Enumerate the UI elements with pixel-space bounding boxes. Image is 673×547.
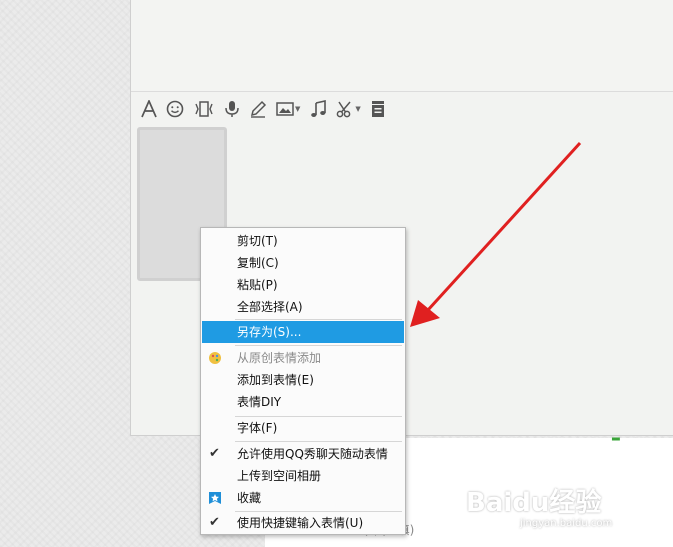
menu-divider <box>235 319 402 320</box>
menu-item-label: 收藏 <box>237 491 262 505</box>
star-icon <box>209 492 221 504</box>
menu-divider <box>235 345 402 346</box>
menu-item-font[interactable]: 字体(F) <box>202 417 404 439</box>
menu-item-select-all[interactable]: 全部选择(A) <box>202 296 404 318</box>
menu-item-upload-album[interactable]: 上传到空间相册 <box>202 465 404 487</box>
menu-item-add-to-emoticons[interactable]: 添加到表情(E) <box>202 369 404 391</box>
menu-item-paste[interactable]: 粘贴(P) <box>202 274 404 296</box>
menu-item-save-as[interactable]: 另存为(S)... <box>202 321 404 343</box>
watermark-url: jingyan.baidu.com <box>520 518 613 529</box>
menu-item-label: 允许使用QQ秀聊天随动表情 <box>237 447 388 461</box>
menu-item-emoticon-diy[interactable]: 表情DIY <box>202 391 404 413</box>
watermark-logo: Baidu经验 <box>466 488 602 518</box>
menu-item-favorite[interactable]: 收藏 <box>202 487 404 509</box>
context-menu: 剪切(T) 复制(C) 粘贴(P) 全部选择(A) 另存为(S)... 从原创表… <box>200 227 406 535</box>
menu-item-add-from-original[interactable]: 从原创表情添加 <box>202 347 404 369</box>
menu-item-copy[interactable]: 复制(C) <box>202 252 404 274</box>
palette-icon <box>209 352 221 364</box>
menu-divider <box>235 441 402 442</box>
menu-item-cut[interactable]: 剪切(T) <box>202 230 404 252</box>
menu-item-label: 使用快捷键输入表情(U) <box>237 516 364 530</box>
check-icon: ✔ <box>209 446 220 461</box>
check-icon: ✔ <box>209 515 220 530</box>
menu-item-label: 从原创表情添加 <box>237 351 322 365</box>
menu-item-shortcut-emoticons[interactable]: ✔ 使用快捷键输入表情(U) <box>202 512 404 534</box>
menu-item-allow-qq-show[interactable]: ✔ 允许使用QQ秀聊天随动表情 <box>202 443 404 465</box>
